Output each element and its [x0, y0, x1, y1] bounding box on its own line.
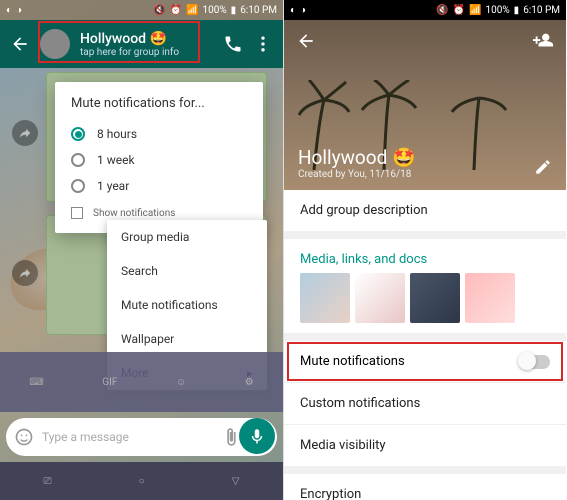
dialog-title: Mute notifications for... — [71, 96, 247, 111]
notif-icon: ◐ — [6, 5, 12, 16]
radio-icon — [71, 153, 85, 167]
keyboard-strip: ⌨ GIF ☺ ⚙ — [0, 352, 283, 412]
group-name: Hollywood 🤩 — [298, 146, 416, 169]
group-created: Created by You, 11/16/18 — [298, 169, 416, 180]
mute-option-8h[interactable]: 8 hours — [71, 121, 247, 147]
group-info-header: Hollywood 🤩 Created by You, 11/16/18 — [284, 20, 566, 190]
mic-fab[interactable] — [239, 418, 275, 454]
keyboard-bottom: ⎚○▽ — [0, 462, 283, 500]
radio-icon — [71, 179, 85, 193]
media-thumbnails[interactable] — [284, 273, 566, 341]
kbd-emoji[interactable]: ☺ — [176, 377, 186, 388]
clock: 6:10 PM — [523, 5, 560, 16]
media-section-title[interactable]: Media, links, and docs — [284, 239, 566, 273]
signal-icon: 📶 — [186, 5, 198, 16]
menu-search[interactable]: Search — [107, 254, 267, 288]
edit-icon[interactable] — [534, 158, 552, 176]
mute-dialog: Mute notifications for... 8 hours 1 week… — [55, 82, 263, 233]
notif-icon: ◐ — [290, 5, 296, 16]
menu-icon[interactable] — [253, 34, 273, 54]
group-subtitle: tap here for group info — [80, 47, 213, 58]
mute-option-1y[interactable]: 1 year — [71, 173, 247, 199]
kbd-settings[interactable]: ⚙ — [245, 377, 254, 388]
notif-icon: ◑ — [300, 5, 306, 16]
radio-icon — [71, 127, 85, 141]
add-member-icon[interactable] — [532, 30, 554, 52]
option-label: 8 hours — [97, 127, 137, 141]
menu-group-media[interactable]: Group media — [107, 220, 267, 254]
call-icon[interactable] — [223, 34, 243, 54]
add-description[interactable]: Add group description — [284, 190, 566, 239]
media-thumb[interactable] — [465, 273, 515, 323]
checkbox-icon — [71, 207, 83, 219]
emoji-icon[interactable] — [14, 427, 34, 447]
battery-text: 100% — [202, 5, 226, 16]
status-left: ◐ ◑ — [6, 5, 22, 16]
message-input[interactable]: Type a message — [42, 430, 213, 444]
battery-text: 100% — [485, 5, 509, 16]
media-thumb[interactable] — [355, 273, 405, 323]
attach-icon[interactable] — [221, 427, 241, 447]
alarm-icon: ⏰ — [453, 5, 465, 16]
option-label: 1 year — [97, 179, 129, 193]
status-bar: ◐ ◑ 🔇 ⏰ 📶 100% ▮ 6:10 PM — [284, 0, 566, 20]
show-notif-checkbox[interactable]: Show notifications — [71, 207, 247, 219]
mute-option-1w[interactable]: 1 week — [71, 147, 247, 173]
notif-icon: ◑ — [16, 5, 22, 16]
checkbox-label: Show notifications — [93, 208, 175, 219]
media-visibility[interactable]: Media visibility — [284, 425, 566, 474]
mute-toggle[interactable] — [520, 355, 550, 369]
media-thumb[interactable] — [300, 273, 350, 323]
encryption[interactable]: Encryption — [284, 474, 566, 500]
media-thumb[interactable] — [410, 273, 460, 323]
kbd-key[interactable]: ⌨ — [29, 377, 43, 388]
menu-mute[interactable]: Mute notifications — [107, 288, 267, 322]
custom-notifications[interactable]: Custom notifications — [284, 383, 566, 425]
phone-chat-screen: ◐ ◑ 🔇 ⏰ 📶 100% ▮ 6:10 PM Hollywood 🤩 tap… — [0, 0, 283, 500]
mute-icon: 🔇 — [436, 5, 448, 16]
header-title-area[interactable]: Hollywood 🤩 tap here for group info — [80, 31, 213, 58]
kbd-gif[interactable]: GIF — [102, 377, 117, 388]
battery-icon: ▮ — [231, 5, 237, 16]
mute-label: Mute notifications — [300, 354, 405, 369]
menu-wallpaper[interactable]: Wallpaper — [107, 322, 267, 356]
battery-icon: ▮ — [514, 5, 520, 16]
mute-icon: 🔇 — [153, 5, 165, 16]
option-label: 1 week — [97, 153, 135, 167]
message-input-bar: Type a message — [6, 418, 277, 456]
chat-header[interactable]: Hollywood 🤩 tap here for group info — [0, 20, 283, 68]
group-avatar[interactable] — [40, 29, 70, 59]
phone-group-info: ◐ ◑ 🔇 ⏰ 📶 100% ▮ 6:10 PM Hollywood 🤩 Crea… — [283, 0, 566, 500]
group-name: Hollywood 🤩 — [80, 31, 213, 47]
status-right: 🔇 ⏰ 📶 100% ▮ 6:10 PM — [153, 5, 277, 16]
status-bar: ◐ ◑ 🔇 ⏰ 📶 100% ▮ 6:10 PM — [0, 0, 283, 20]
back-icon[interactable] — [10, 34, 30, 54]
mute-notifications-row[interactable]: Mute notifications — [284, 341, 566, 382]
signal-icon: 📶 — [469, 5, 481, 16]
alarm-icon: ⏰ — [170, 5, 182, 16]
back-icon[interactable] — [296, 31, 316, 51]
clock: 6:10 PM — [240, 5, 277, 16]
